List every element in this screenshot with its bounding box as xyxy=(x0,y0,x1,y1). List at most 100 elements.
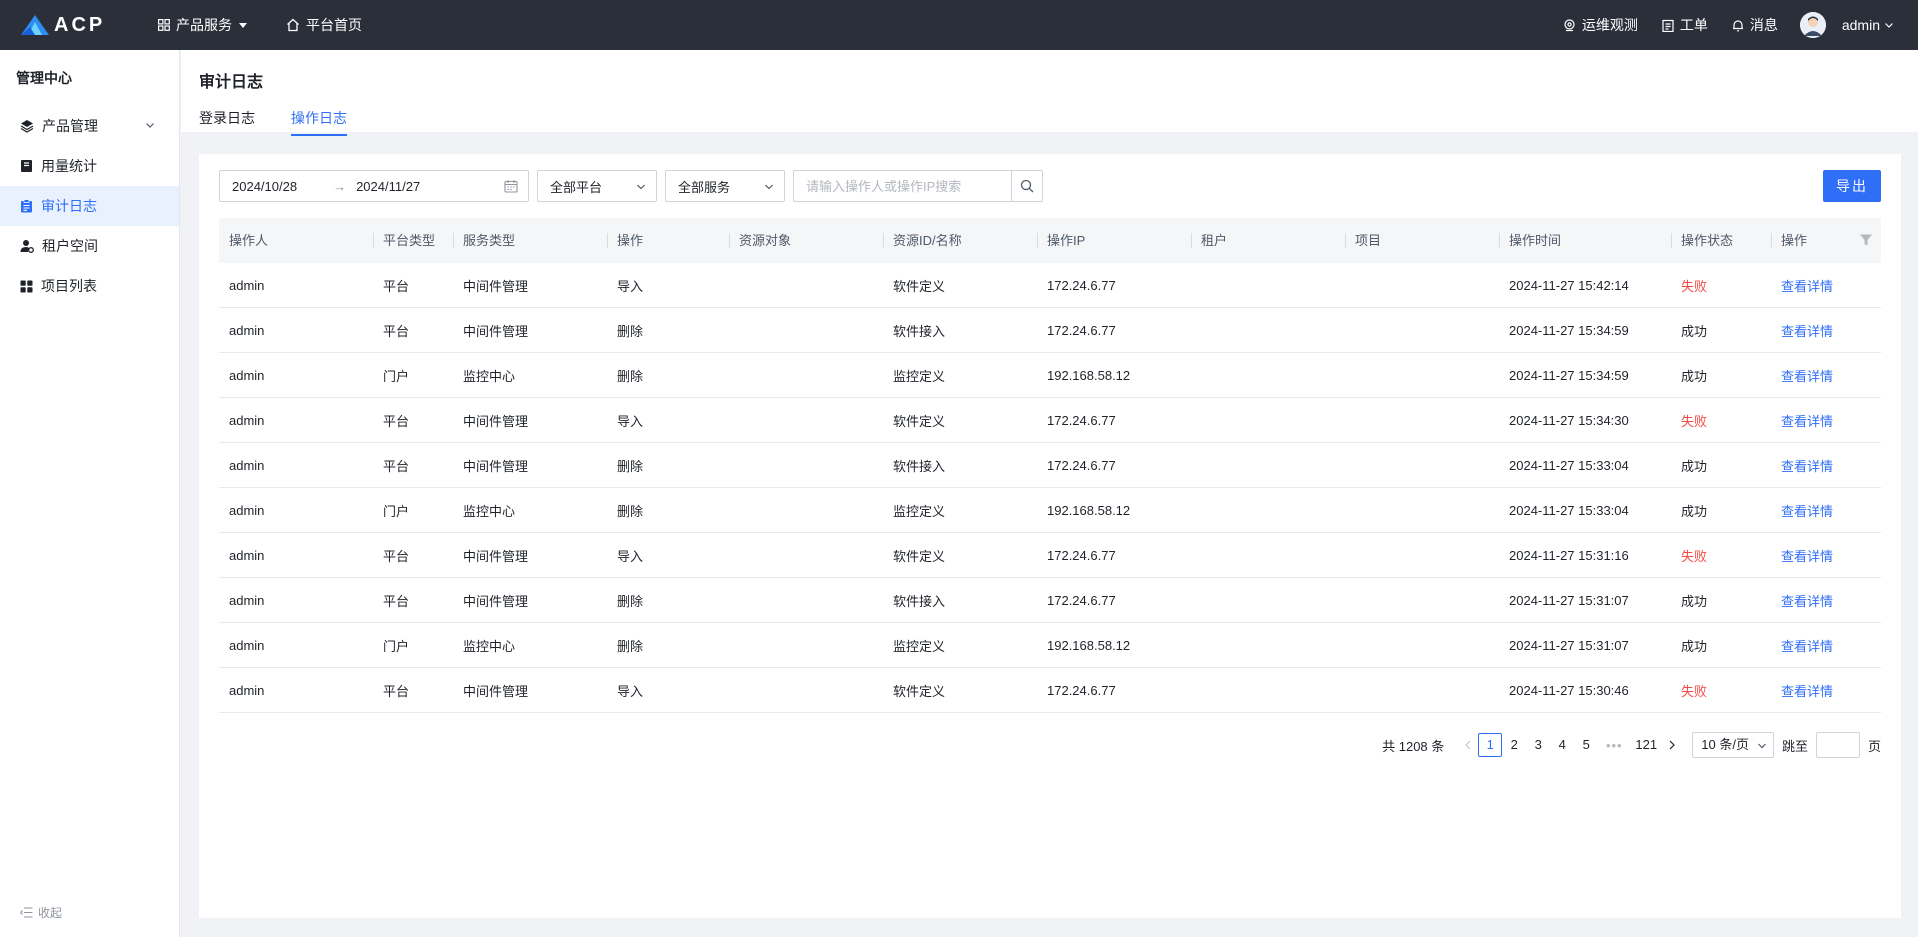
messages-link[interactable]: 消息 xyxy=(1732,15,1778,35)
platform-select[interactable]: 全部平台 xyxy=(537,170,657,202)
bell-icon xyxy=(1732,19,1743,31)
sidebar-item-label: 审计日志 xyxy=(41,198,97,214)
view-details-link[interactable]: 查看详情 xyxy=(1771,321,1881,340)
cell-operation-status: 成功 xyxy=(1681,368,1708,384)
cell-operation-status: 成功 xyxy=(1681,323,1708,339)
page-size-select[interactable]: 10 条/页 xyxy=(1692,732,1774,758)
cell-operator: admin xyxy=(229,592,265,608)
user-gear-icon xyxy=(20,240,34,253)
cell-resource-id: 监控定义 xyxy=(893,503,946,519)
table-row: admin 平台 中间件管理 删除 软件接入 172.24.6.77 2024-11-27 … xyxy=(219,308,1881,353)
search-button[interactable] xyxy=(1011,170,1043,202)
collapse-label: 收起 xyxy=(38,906,63,920)
sidebar-item-tenant-space[interactable]: 租户空间 xyxy=(0,226,179,266)
cell-service-type: 监控中心 xyxy=(463,368,516,384)
view-details-link[interactable]: 查看详情 xyxy=(1771,456,1881,475)
sidebar-collapse-button[interactable]: 收起 xyxy=(20,904,62,921)
cell-operation-ip: 172.24.6.77 xyxy=(1047,322,1116,338)
filter-icon[interactable] xyxy=(1859,233,1873,247)
avatar[interactable] xyxy=(1799,12,1826,38)
cell-operation: 删除 xyxy=(617,503,644,519)
sidebar-item-usage-stats[interactable]: 用量统计 xyxy=(0,146,179,186)
clipboard-list-icon xyxy=(21,199,32,213)
view-details-link[interactable]: 查看详情 xyxy=(1771,501,1881,520)
cell-operation-status: 失败 xyxy=(1681,683,1708,699)
page-button-2[interactable]: 2 xyxy=(1502,733,1526,757)
cell-resource-id: 软件定义 xyxy=(893,683,946,699)
cell-operator: admin xyxy=(229,502,265,518)
table-row: admin 门户 监控中心 删除 监控定义 192.168.58.12 2024-11-27… xyxy=(219,353,1881,398)
cell-platform-type: 平台 xyxy=(383,683,410,699)
cell-operation-time: 2024-11-27 15:34:59 xyxy=(1509,367,1629,383)
page-button-3[interactable]: 3 xyxy=(1526,733,1550,757)
cell-operator: admin xyxy=(229,682,265,698)
sidebar-item-audit-log[interactable]: 审计日志 xyxy=(0,186,179,226)
cell-platform-type: 平台 xyxy=(383,323,410,339)
table-row: admin 平台 中间件管理 导入 软件定义 172.24.6.77 2024-11-27 … xyxy=(219,398,1881,443)
view-details-link[interactable]: 查看详情 xyxy=(1771,681,1881,700)
tab-login-log[interactable]: 登录日志 xyxy=(199,108,255,136)
cell-resource-id: 监控定义 xyxy=(893,368,946,384)
table-row: admin 门户 监控中心 删除 监控定义 192.168.58.12 2024-11-27… xyxy=(219,488,1881,533)
page-button-4[interactable]: 4 xyxy=(1550,733,1574,757)
user-menu[interactable]: admin xyxy=(1842,17,1894,33)
sidebar-item-label: 项目列表 xyxy=(41,278,97,294)
jump-page-input[interactable] xyxy=(1815,732,1860,758)
chevron-down-icon xyxy=(1758,743,1766,749)
page-ellipsis[interactable]: ••• xyxy=(1598,738,1630,753)
cell-operation-status: 成功 xyxy=(1681,593,1708,609)
cell-operator: admin xyxy=(229,457,265,473)
sidebar-title: 管理中心 xyxy=(16,70,72,86)
table-body: admin 平台 中间件管理 导入 软件定义 172.24.6.77 2024-11-27 … xyxy=(219,263,1881,713)
ops-observe-link[interactable]: 运维观测 xyxy=(1563,15,1638,35)
page-button-5[interactable]: 5 xyxy=(1574,733,1598,757)
view-details-link[interactable]: 查看详情 xyxy=(1771,411,1881,430)
search-input[interactable] xyxy=(793,170,1011,202)
view-details-link[interactable]: 查看详情 xyxy=(1771,636,1881,655)
top-nav-label: 平台首页 xyxy=(306,17,362,33)
cell-operation-ip: 192.168.58.12 xyxy=(1047,367,1131,383)
cell-operation-status: 成功 xyxy=(1681,503,1708,519)
cell-operation: 导入 xyxy=(617,413,644,429)
cell-service-type: 中间件管理 xyxy=(463,413,529,429)
view-details-link[interactable]: 查看详情 xyxy=(1771,366,1881,385)
column-header-operation-ip: 操作IP xyxy=(1037,218,1191,263)
export-button[interactable]: 导出 xyxy=(1823,170,1881,202)
cell-service-type: 监控中心 xyxy=(463,638,516,654)
table-header: 操作人 平台类型 服务类型 操作 资源对象 资源ID/名称 操作IP 租户 项目 操作时间 操作状态… xyxy=(219,218,1881,263)
cell-operation-status: 成功 xyxy=(1681,638,1708,654)
date-start[interactable]: 2024/10/28 xyxy=(232,179,297,194)
cell-operation-ip: 172.24.6.77 xyxy=(1047,277,1116,293)
location-icon xyxy=(1564,18,1575,31)
tab-operation-log[interactable]: 操作日志 xyxy=(291,108,347,136)
date-range-picker[interactable]: 2024/10/28 → 2024/11/27 xyxy=(219,170,529,202)
work-order-link[interactable]: 工单 xyxy=(1662,15,1708,35)
logo[interactable]: ACP xyxy=(20,14,158,37)
page-header: 审计日志 登录日志 操作日志 xyxy=(181,50,1918,136)
column-header-platform-type: 平台类型 xyxy=(373,218,453,263)
view-details-link[interactable]: 查看详情 xyxy=(1771,276,1881,295)
messages-label: 消息 xyxy=(1749,17,1778,33)
prev-page-button[interactable] xyxy=(1458,738,1478,753)
view-details-link[interactable]: 查看详情 xyxy=(1771,591,1881,610)
clipboard-icon xyxy=(1662,19,1674,32)
page-button-1[interactable]: 1 xyxy=(1478,733,1503,757)
sidebar-item-product-management[interactable]: 产品管理 xyxy=(0,106,179,146)
service-select[interactable]: 全部服务 xyxy=(665,170,785,202)
top-nav-home[interactable]: 平台首页 xyxy=(286,15,362,35)
cell-resource-id: 软件接入 xyxy=(893,323,946,339)
page-button-last[interactable]: 121 xyxy=(1630,733,1662,757)
view-details-link[interactable]: 查看详情 xyxy=(1771,546,1881,565)
next-page-button[interactable] xyxy=(1662,738,1682,753)
cell-resource-id: 软件接入 xyxy=(893,593,946,609)
cell-operation-ip: 172.24.6.77 xyxy=(1047,682,1116,698)
column-header-resource-object: 资源对象 xyxy=(729,218,883,263)
cell-operation-ip: 192.168.58.12 xyxy=(1047,637,1131,653)
cell-operation-time: 2024-11-27 15:34:59 xyxy=(1509,322,1629,338)
sidebar-item-project-list[interactable]: 项目列表 xyxy=(0,266,179,306)
top-nav-product-services[interactable]: 产品服务 xyxy=(158,15,248,35)
date-end[interactable]: 2024/11/27 xyxy=(356,179,420,194)
column-header-operation-status: 操作状态 xyxy=(1671,218,1771,263)
cell-operation-time: 2024-11-27 15:31:16 xyxy=(1509,547,1629,563)
column-header-tenant: 租户 xyxy=(1191,218,1345,263)
